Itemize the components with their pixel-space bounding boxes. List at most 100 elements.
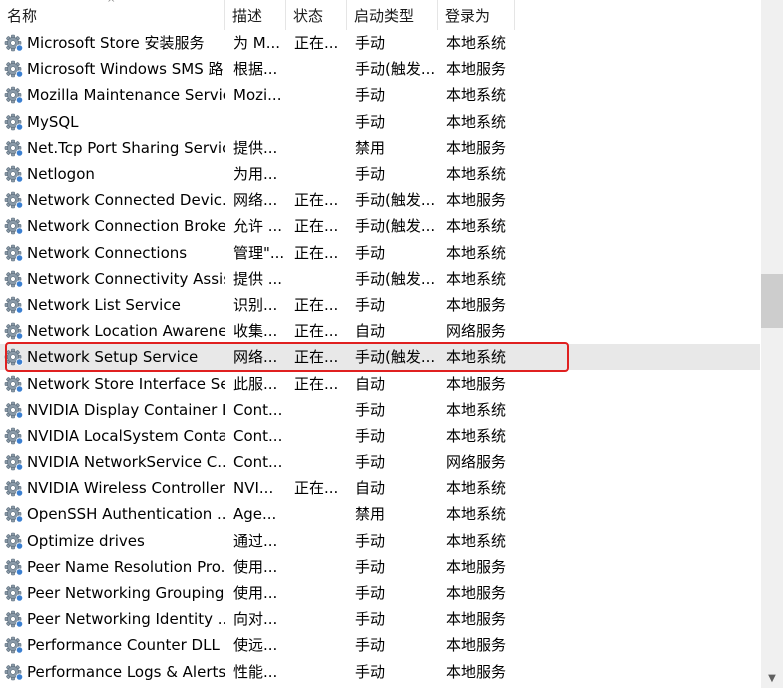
service-logon-as: 网络服务 xyxy=(446,322,507,341)
service-startup-type: 手动 xyxy=(355,557,386,576)
service-row[interactable]: Microsoft Store 安装服务 为 M... 正在... 手动 本地系统 xyxy=(0,30,760,56)
scroll-down-arrow-icon[interactable]: ▼ xyxy=(767,674,777,684)
service-logon-as: 本地服务 xyxy=(446,374,507,393)
column-header-logon[interactable]: 登录为 xyxy=(438,0,515,30)
service-name-cell: Performance Counter DLL ... xyxy=(0,632,225,658)
service-description: 网络... xyxy=(233,191,278,210)
column-header-status[interactable]: 状态 xyxy=(286,0,347,30)
column-header-filler xyxy=(515,0,760,30)
service-logon-as: 本地系统 xyxy=(446,348,507,367)
service-row[interactable]: Network Connection Broker 允许 ... 正在... 手动(触… xyxy=(0,213,760,239)
service-row[interactable]: Network Setup Service 网络... 正在... 手动(触发... 本… xyxy=(0,344,760,371)
service-status: 正在... xyxy=(294,348,339,367)
service-description: 网络... xyxy=(233,348,278,367)
service-name-cell: MySQL xyxy=(0,109,225,135)
service-name: Microsoft Store 安装服务 xyxy=(27,34,205,53)
service-row[interactable]: Mozilla Maintenance Service Mozi... 手动 本地系统 xyxy=(0,82,760,108)
service-name: MySQL xyxy=(27,112,79,131)
service-logon-as: 本地系统 xyxy=(446,479,507,498)
gear-icon xyxy=(4,504,24,524)
gear-icon xyxy=(4,374,24,394)
service-row[interactable]: Network List Service 识别... 正在... 手动 本地服务 xyxy=(0,292,760,318)
service-description: 管理"... xyxy=(233,243,285,262)
service-startup-type: 手动 xyxy=(355,426,386,445)
service-startup-type: 手动 xyxy=(355,610,386,629)
service-row[interactable]: NVIDIA NetworkService C... Cont... 手动 网络服务 xyxy=(0,449,760,475)
service-name: Netlogon xyxy=(27,165,95,184)
service-name-cell: Net.Tcp Port Sharing Service xyxy=(0,135,225,161)
service-status: 正在... xyxy=(294,217,339,236)
service-name-cell: Optimize drives xyxy=(0,528,225,554)
service-logon-as: 本地服务 xyxy=(446,584,507,603)
service-logon-as: 本地服务 xyxy=(446,60,507,79)
service-startup-type: 手动 xyxy=(355,662,386,681)
service-row[interactable]: Optimize drives 通过... 手动 本地系统 xyxy=(0,528,760,554)
service-description: 为用... xyxy=(233,165,278,184)
service-logon-as: 本地系统 xyxy=(446,217,507,236)
column-header-desc[interactable]: 描述 xyxy=(225,0,286,30)
service-row[interactable]: NVIDIA Wireless Controller... NVI... 正在...… xyxy=(0,475,760,501)
service-row[interactable]: Performance Counter DLL ... 使远... 手动 本地服务 xyxy=(0,632,760,658)
service-startup-type: 手动(触发... xyxy=(355,269,436,288)
service-status: 正在... xyxy=(294,191,339,210)
service-startup-type: 禁用 xyxy=(355,138,386,157)
gear-icon xyxy=(4,190,24,210)
service-row[interactable]: Netlogon 为用... 手动 本地系统 xyxy=(0,161,760,187)
column-header-logon-label: 登录为 xyxy=(445,7,491,25)
service-row[interactable]: Network Store Interface Se... 此服... 正在... 自… xyxy=(0,370,760,396)
service-name-cell: NVIDIA NetworkService C... xyxy=(0,449,225,475)
service-row[interactable]: NVIDIA Display Container LS Cont... 手动 本地系统 xyxy=(0,397,760,423)
service-row[interactable]: NVIDIA LocalSystem Conta... Cont... 手动 本地系统 xyxy=(0,423,760,449)
service-name-cell: Network List Service xyxy=(0,292,225,318)
column-header-startup[interactable]: 启动类型 xyxy=(347,0,438,30)
service-startup-type: 手动 xyxy=(355,636,386,655)
service-row[interactable]: MySQL 手动 本地系统 xyxy=(0,109,760,135)
service-row[interactable]: Network Location Awarene... 收集... 正在... 自动 网… xyxy=(0,318,760,344)
sort-indicator-icon: ^ xyxy=(107,0,116,9)
service-name: Network Connectivity Assis... xyxy=(27,269,225,288)
gear-icon xyxy=(4,478,24,498)
service-row[interactable]: Network Connections 管理"... 正在... 手动 本地系统 xyxy=(0,240,760,266)
services-list: Microsoft Store 安装服务为 M... 正在... 手动 本地系统 Mic… xyxy=(0,30,760,685)
service-name: NVIDIA Display Container LS xyxy=(27,400,225,419)
service-name: OpenSSH Authentication ... xyxy=(27,505,225,524)
service-description: Cont... xyxy=(233,426,283,445)
gear-icon xyxy=(4,347,24,367)
service-startup-type: 自动 xyxy=(355,374,386,393)
service-status: 正在... xyxy=(294,322,339,341)
service-name-cell: Performance Logs & Alerts xyxy=(0,659,225,685)
service-row[interactable]: Microsoft Windows SMS 路... 根据... 手动(触发... 本… xyxy=(0,56,760,82)
service-row[interactable]: Network Connected Devic... 网络... 正在... 手动(触… xyxy=(0,187,760,213)
service-startup-type: 手动 xyxy=(355,295,386,314)
service-name: Network Connected Devic... xyxy=(27,191,225,210)
service-row[interactable]: Network Connectivity Assis... 提供 ... 手动(触发… xyxy=(0,266,760,292)
gear-icon xyxy=(4,321,24,341)
service-name: Peer Networking Grouping xyxy=(27,584,225,603)
service-status: 正在... xyxy=(294,479,339,498)
gear-icon xyxy=(4,295,24,315)
service-startup-type: 手动(触发... xyxy=(355,348,436,367)
service-logon-as: 网络服务 xyxy=(446,453,507,472)
gear-icon xyxy=(4,138,24,158)
service-name: NVIDIA Wireless Controller... xyxy=(27,479,225,498)
service-logon-as: 本地服务 xyxy=(446,295,507,314)
service-logon-as: 本地服务 xyxy=(446,557,507,576)
gear-icon xyxy=(4,557,24,577)
service-logon-as: 本地服务 xyxy=(446,191,507,210)
service-row[interactable]: Performance Logs & Alerts 性能... 手动 本地服务 xyxy=(0,659,760,685)
service-name: Network Store Interface Se... xyxy=(27,374,225,393)
service-row[interactable]: Peer Networking Identity ... 向对... 手动 本地服务 xyxy=(0,606,760,632)
service-row[interactable]: Peer Name Resolution Pro... 使用... 手动 本地服务 xyxy=(0,554,760,580)
service-row[interactable]: OpenSSH Authentication ... Age... 禁用 本地系统 xyxy=(0,501,760,527)
gear-icon xyxy=(4,400,24,420)
service-startup-type: 手动(触发... xyxy=(355,191,436,210)
service-row[interactable]: Net.Tcp Port Sharing Service 提供... 禁用 本地服务 xyxy=(0,135,760,161)
column-header-status-label: 状态 xyxy=(293,7,324,25)
vertical-scrollbar[interactable]: ▼ xyxy=(761,0,783,688)
service-logon-as: 本地系统 xyxy=(446,426,507,445)
service-name-cell: Peer Networking Grouping xyxy=(0,580,225,606)
scrollbar-thumb[interactable] xyxy=(761,274,783,328)
service-description: Cont... xyxy=(233,400,283,419)
service-row[interactable]: Peer Networking Grouping 使用... 手动 本地服务 xyxy=(0,580,760,606)
column-header-name[interactable]: 名称 ^ xyxy=(0,0,225,30)
